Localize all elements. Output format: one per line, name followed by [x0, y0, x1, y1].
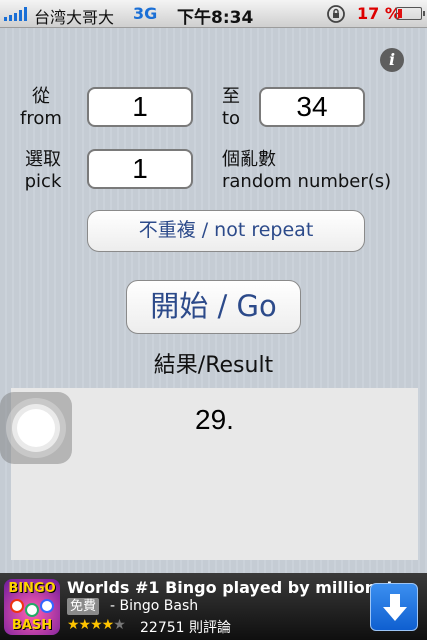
assistive-touch-center [17, 409, 55, 447]
ad-review-count: 22751 則評論 [140, 620, 231, 636]
status-bar: 台湾大哥大 3G 下午8:34 17 % [0, 0, 427, 28]
from-label-zh: 從 [32, 86, 50, 107]
carrier-name: 台湾大哥大 [34, 8, 115, 27]
result-value: 29. [195, 404, 234, 435]
to-label-en: to [222, 108, 241, 129]
ad-app-icon[interactable]: BINGO BASH [4, 579, 60, 635]
assistive-touch-button[interactable] [0, 392, 72, 464]
random-count-label: 個亂數 random number(s) [222, 149, 422, 193]
ad-icon-text-top: BINGO [8, 581, 56, 596]
star-filled-icon: ★★★★ [67, 617, 114, 633]
status-time: 下午8:34 [177, 8, 254, 28]
bingo-ball-icon [25, 603, 39, 617]
ad-title: Worlds #1 Bingo played by millions! [67, 578, 393, 597]
rotation-lock-icon [327, 5, 345, 23]
from-label: 從 from [18, 86, 64, 130]
signal-bars-icon [4, 7, 27, 21]
ad-icon-text-bottom: BASH [11, 618, 53, 633]
pick-label: 選取 pick [18, 149, 68, 193]
download-arrow-icon[interactable] [370, 583, 418, 631]
battery-level-fill [398, 9, 402, 18]
random-count-label-en: random number(s) [222, 171, 392, 192]
result-panel: 29. [11, 388, 418, 560]
to-input[interactable]: 34 [259, 87, 365, 127]
pick-count-input[interactable]: 1 [87, 149, 193, 189]
pick-label-en: pick [24, 171, 62, 192]
star-empty-icon: ★ [113, 617, 126, 633]
ad-free-badge: 免費 [67, 598, 100, 615]
pick-label-zh: 選取 [25, 149, 61, 170]
not-repeat-button[interactable]: 不重複 / not repeat [87, 210, 365, 252]
to-label: 至 to [222, 86, 262, 130]
to-label-zh: 至 [222, 86, 240, 107]
ad-rating-stars: ★★★★★ [67, 617, 126, 633]
bingo-ball-icon [40, 599, 54, 613]
ad-banner[interactable]: BINGO BASH Worlds #1 Bingo played by mil… [0, 573, 427, 640]
start-button[interactable]: 開始 / Go [126, 280, 301, 334]
random-count-label-zh: 個亂數 [222, 149, 276, 170]
battery-icon [396, 7, 425, 20]
bingo-ball-icon [10, 599, 24, 613]
from-label-en: from [20, 108, 62, 129]
battery-percent: 17 % [357, 4, 401, 23]
ad-developer: - Bingo Bash [110, 598, 199, 614]
network-type: 3G [133, 4, 158, 23]
from-input[interactable]: 1 [87, 87, 193, 127]
result-title: 結果/Result [153, 353, 274, 378]
info-icon[interactable]: i [380, 48, 404, 72]
